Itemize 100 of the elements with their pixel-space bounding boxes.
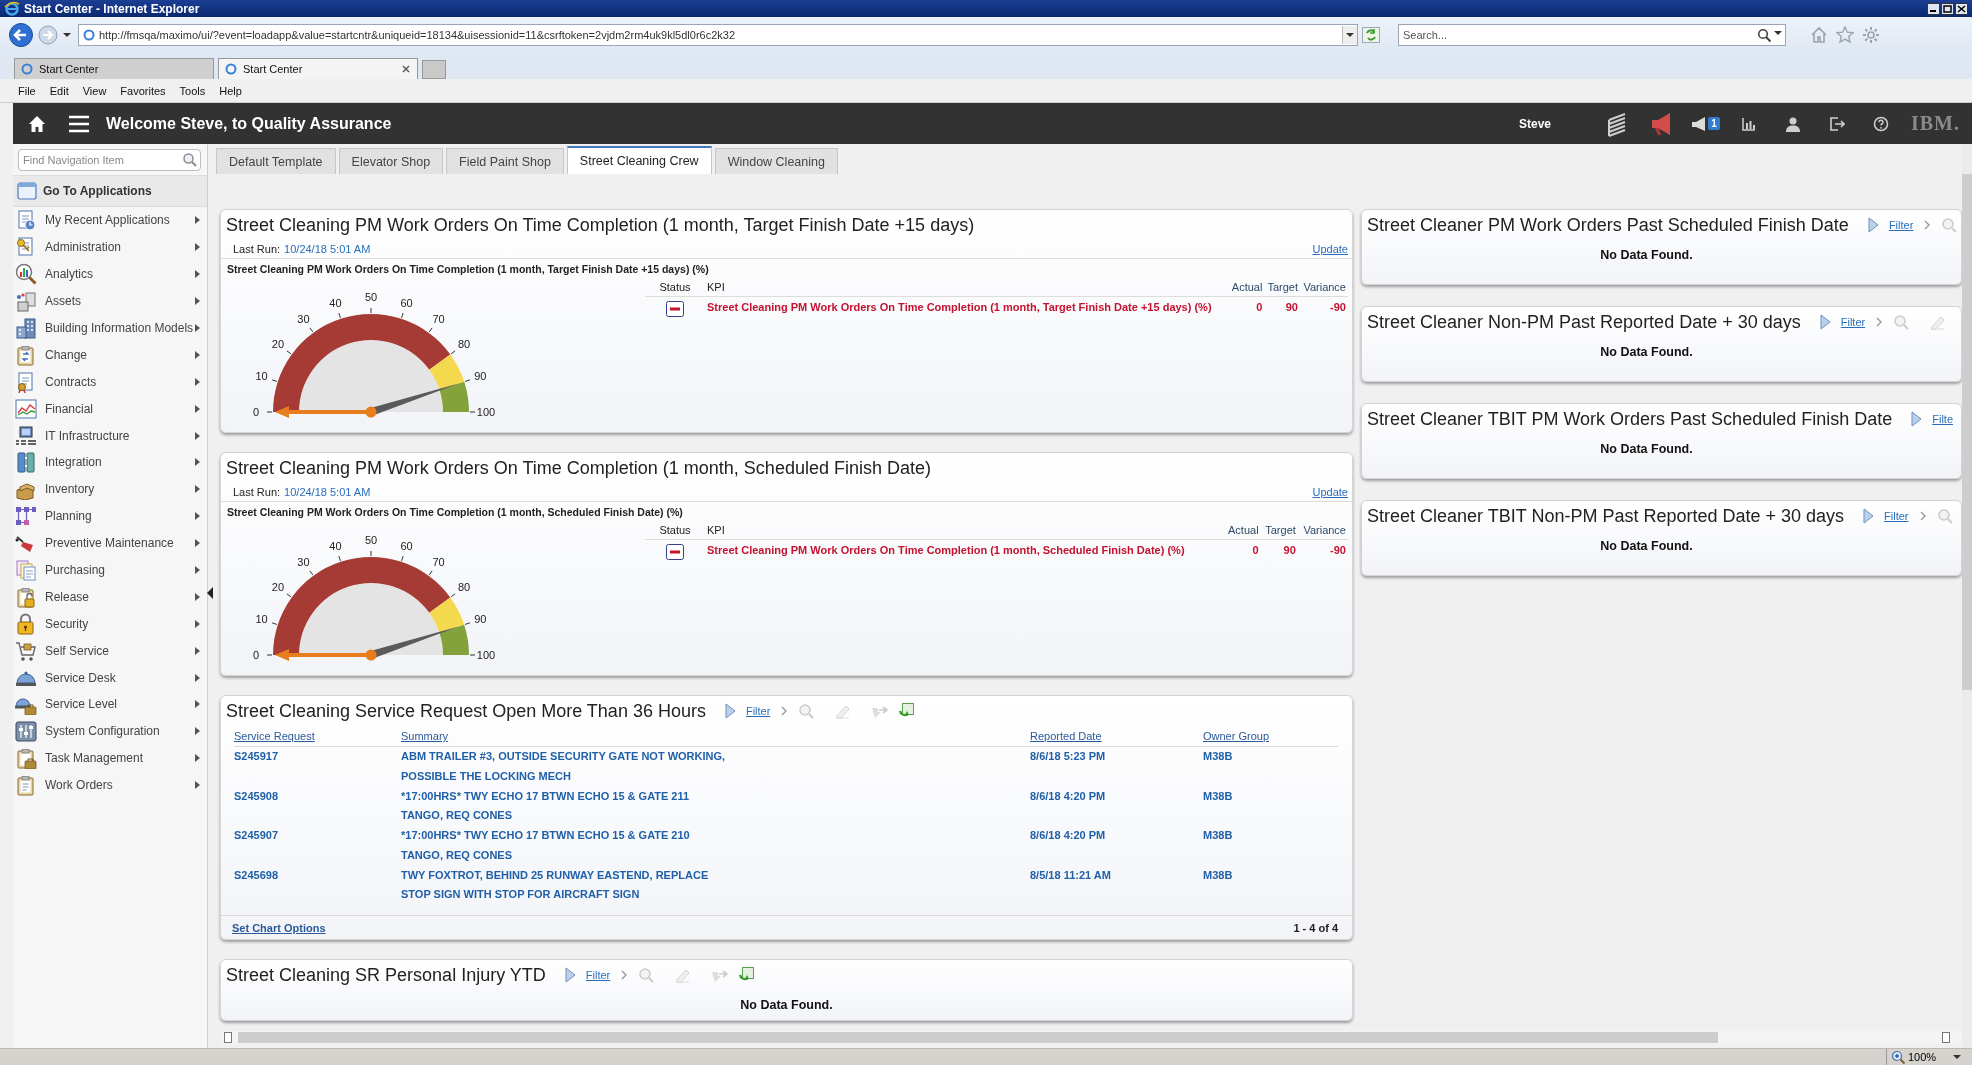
nav-menu-item[interactable]: Preventive Maintenance [13, 529, 207, 557]
user-icon[interactable] [1785, 115, 1801, 132]
menu-item[interactable]: File [18, 84, 36, 97]
column-header[interactable]: Owner Group [1203, 726, 1338, 747]
menu-item[interactable]: Help [219, 84, 242, 97]
nav-menu-item[interactable]: Purchasing [13, 556, 207, 584]
home-icon[interactable] [27, 113, 47, 134]
expand-icon[interactable] [1862, 508, 1875, 524]
search-field[interactable]: Search... [1398, 24, 1786, 46]
nav-menu-item[interactable]: Service Level [13, 691, 207, 718]
address-field[interactable]: http://fmsqa/maximo/ui/?event=loadapp&value=startcntr&uniqueid=18134&uisessionid=11&csrftoken=2vjdm2rm4uk9kl5dl0r6c2k32 [78, 24, 1358, 46]
refresh-icon[interactable] [738, 967, 756, 983]
window-controls-icon[interactable] [1927, 2, 1968, 15]
settings-icon[interactable] [1862, 26, 1880, 44]
record-link[interactable]: S245917 [234, 747, 401, 787]
chart-options-link[interactable]: Set Chart Options [232, 922, 326, 935]
record-link[interactable]: S245908 [234, 786, 401, 827]
menu-item[interactable]: Tools [179, 84, 206, 97]
update-link[interactable]: Update [1312, 243, 1348, 255]
refresh-icon[interactable] [1362, 27, 1380, 43]
new-tab-button[interactable] [422, 60, 446, 79]
nav-menu-item[interactable]: Financial [13, 395, 207, 423]
submenu-arrow-icon [194, 780, 201, 791]
browser-tab[interactable]: Start Center [14, 58, 214, 79]
update-link[interactable]: Update [1312, 486, 1348, 498]
nav-menu-item[interactable]: Task Management [13, 744, 207, 772]
expand-icon[interactable] [1866, 217, 1879, 233]
chevron-icon[interactable] [1918, 511, 1927, 521]
nav-menu-item[interactable]: Integration [13, 449, 207, 476]
logout-icon[interactable] [1829, 115, 1845, 132]
search-field[interactable]: Find Navigation Item [18, 149, 201, 171]
nav-menu-item[interactable]: Administration [13, 233, 207, 261]
bar-chart-icon[interactable] [1741, 115, 1757, 132]
tab[interactable]: Street Cleaning Crew [566, 146, 712, 174]
filter-link[interactable]: Filter [1888, 219, 1914, 231]
announcement-icon[interactable] [1690, 114, 1707, 133]
nav-menu-item[interactable]: Building Information Models [13, 314, 207, 342]
menu-item[interactable]: Edit [49, 84, 69, 97]
refresh-icon[interactable] [898, 703, 916, 719]
expand-icon[interactable] [1818, 314, 1831, 330]
nav-menu-item[interactable]: Analytics [13, 260, 207, 288]
download-icon[interactable] [711, 967, 729, 983]
record-link[interactable]: S245698 [234, 865, 401, 906]
tab[interactable]: Elevator Shop [338, 148, 444, 174]
chevron-icon[interactable] [1923, 220, 1932, 230]
filter-link[interactable]: Filter [745, 705, 771, 717]
column-header[interactable]: Reported Date [1030, 726, 1203, 747]
nav-menu-item[interactable]: Assets [13, 287, 207, 315]
nav-menu-item[interactable]: Inventory [13, 475, 207, 503]
submenu-arrow-icon [194, 699, 201, 710]
column-header[interactable]: Summary [401, 726, 1030, 747]
nav-menu-item[interactable]: Change [13, 341, 207, 369]
tab[interactable]: Window Cleaning [714, 148, 838, 174]
chevron-icon[interactable] [620, 970, 629, 980]
eraser-icon[interactable] [834, 703, 852, 719]
browser-tab[interactable]: Start Center [218, 58, 418, 79]
caret-icon[interactable] [1345, 30, 1355, 40]
caret-icon[interactable] [1773, 28, 1783, 38]
nav-menu-item[interactable]: Contracts [13, 368, 207, 396]
nav-menu-item[interactable]: IT Infrastructure [13, 422, 207, 449]
filter-link[interactable]: Filte [1932, 413, 1953, 425]
expand-icon[interactable] [723, 703, 736, 719]
vertical-scrollbar[interactable] [1962, 144, 1972, 1048]
zoom-button[interactable]: 100% [1886, 1049, 1966, 1065]
scrollbar-thumb[interactable] [238, 1032, 1718, 1043]
record-link[interactable]: S245907 [234, 826, 401, 866]
favorites-icon[interactable] [1836, 26, 1854, 44]
back-icon[interactable] [8, 22, 34, 48]
filter-link[interactable]: Filter [1840, 316, 1866, 328]
menu-icon[interactable] [69, 113, 89, 134]
expand-icon[interactable] [563, 967, 576, 983]
nav-menu-item[interactable]: Release [13, 583, 207, 611]
help-icon[interactable] [1873, 115, 1889, 132]
close-icon[interactable] [401, 64, 411, 74]
tab[interactable]: Field Paint Shop [446, 148, 564, 174]
expand-icon[interactable] [1910, 411, 1923, 427]
empty-message: No Data Found. [1599, 441, 1694, 458]
nav-menu-item[interactable]: Planning [13, 502, 207, 530]
search-icon[interactable] [1757, 28, 1771, 42]
download-icon[interactable] [871, 703, 889, 719]
chevron-icon[interactable] [780, 706, 789, 716]
tab[interactable]: Default Template [216, 148, 336, 174]
scrollbar-thumb[interactable] [1962, 174, 1972, 690]
caret-icon[interactable] [62, 30, 72, 40]
go-to-applications-item[interactable]: Go To Applications [13, 175, 207, 207]
nav-menu-item[interactable]: Service Desk [13, 664, 207, 692]
nav-menu-item[interactable]: My Recent Applications [13, 207, 207, 234]
chevron-icon[interactable] [1875, 317, 1884, 327]
nav-menu-item[interactable]: Self Service [13, 637, 207, 665]
scroll-button[interactable] [224, 1032, 232, 1043]
nav-menu-item[interactable]: Work Orders [13, 771, 207, 799]
horizontal-scrollbar[interactable] [222, 1031, 1962, 1044]
nav-menu-item[interactable]: Security [13, 610, 207, 638]
filter-link[interactable]: Filter [585, 969, 611, 981]
menu-item[interactable]: Favorites [120, 84, 166, 97]
menu-item[interactable]: View [82, 84, 107, 97]
scroll-button[interactable] [1942, 1032, 1950, 1043]
column-header[interactable]: Service Request [234, 726, 401, 747]
nav-menu-item[interactable]: System Configuration [13, 717, 207, 745]
filter-link[interactable]: Filter [1884, 510, 1909, 522]
